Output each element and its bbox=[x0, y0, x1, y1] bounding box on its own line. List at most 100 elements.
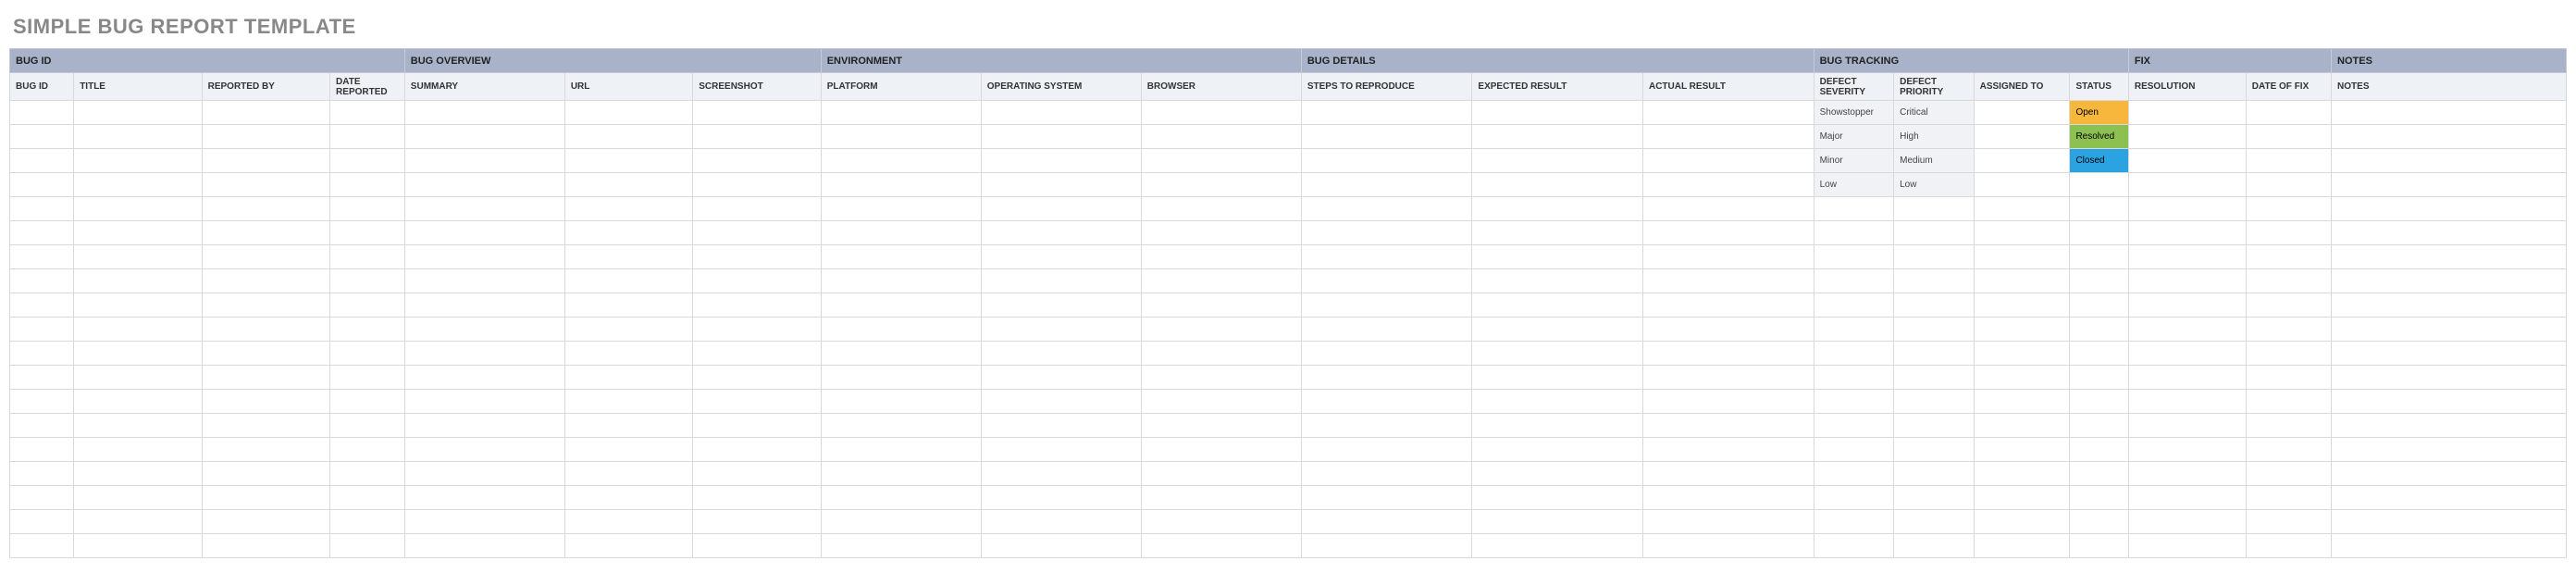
table-cell[interactable] bbox=[1894, 221, 1975, 245]
table-cell[interactable] bbox=[330, 414, 405, 438]
table-cell[interactable] bbox=[981, 438, 1141, 462]
table-cell[interactable] bbox=[1814, 293, 1894, 318]
table-cell[interactable] bbox=[564, 293, 692, 318]
table-cell[interactable] bbox=[821, 318, 981, 342]
table-cell[interactable] bbox=[74, 269, 202, 293]
table-cell[interactable] bbox=[1301, 534, 1472, 558]
table-cell[interactable] bbox=[404, 221, 564, 245]
table-cell[interactable] bbox=[693, 318, 821, 342]
table-cell[interactable] bbox=[404, 342, 564, 366]
table-cell[interactable] bbox=[2332, 390, 2567, 414]
table-cell[interactable] bbox=[1642, 438, 1814, 462]
table-cell[interactable] bbox=[981, 173, 1141, 197]
table-cell[interactable] bbox=[202, 221, 329, 245]
table-cell[interactable] bbox=[1974, 510, 2070, 534]
table-cell[interactable] bbox=[564, 245, 692, 269]
table-cell[interactable] bbox=[1472, 125, 1643, 149]
table-cell[interactable] bbox=[404, 462, 564, 486]
table-cell[interactable] bbox=[981, 510, 1141, 534]
table-cell[interactable] bbox=[821, 414, 981, 438]
table-cell[interactable] bbox=[10, 245, 74, 269]
table-cell[interactable] bbox=[74, 462, 202, 486]
table-cell[interactable] bbox=[1642, 173, 1814, 197]
table-cell[interactable] bbox=[330, 510, 405, 534]
table-cell[interactable] bbox=[2070, 414, 2128, 438]
table-cell[interactable] bbox=[1301, 125, 1472, 149]
table-cell[interactable] bbox=[1141, 149, 1301, 173]
table-cell[interactable] bbox=[1301, 510, 1472, 534]
table-cell[interactable] bbox=[1141, 269, 1301, 293]
table-cell[interactable] bbox=[1141, 293, 1301, 318]
table-cell[interactable] bbox=[693, 245, 821, 269]
table-cell[interactable]: Major bbox=[1814, 125, 1894, 149]
table-cell[interactable] bbox=[404, 414, 564, 438]
table-cell[interactable] bbox=[74, 342, 202, 366]
table-cell[interactable] bbox=[10, 221, 74, 245]
table-cell[interactable] bbox=[202, 149, 329, 173]
table-cell[interactable] bbox=[2332, 149, 2567, 173]
table-cell[interactable] bbox=[2128, 462, 2246, 486]
table-cell[interactable] bbox=[2128, 173, 2246, 197]
table-cell[interactable] bbox=[693, 510, 821, 534]
table-cell[interactable] bbox=[1814, 221, 1894, 245]
table-cell[interactable] bbox=[10, 414, 74, 438]
table-cell[interactable] bbox=[202, 486, 329, 510]
table-cell[interactable] bbox=[74, 173, 202, 197]
table-cell[interactable] bbox=[1472, 245, 1643, 269]
table-cell[interactable] bbox=[693, 438, 821, 462]
table-cell[interactable] bbox=[1642, 149, 1814, 173]
table-cell[interactable] bbox=[2128, 342, 2246, 366]
table-cell[interactable] bbox=[1301, 293, 1472, 318]
table-cell[interactable] bbox=[1894, 269, 1975, 293]
table-cell[interactable] bbox=[74, 414, 202, 438]
table-cell[interactable] bbox=[2332, 197, 2567, 221]
table-cell[interactable] bbox=[10, 125, 74, 149]
table-cell[interactable] bbox=[564, 221, 692, 245]
table-cell[interactable] bbox=[1141, 318, 1301, 342]
table-cell[interactable] bbox=[330, 221, 405, 245]
table-cell[interactable] bbox=[1642, 462, 1814, 486]
table-cell[interactable] bbox=[202, 269, 329, 293]
table-cell[interactable] bbox=[2128, 245, 2246, 269]
table-cell[interactable] bbox=[981, 245, 1141, 269]
table-cell[interactable] bbox=[1642, 414, 1814, 438]
table-cell[interactable] bbox=[202, 125, 329, 149]
table-cell[interactable] bbox=[1141, 197, 1301, 221]
table-cell[interactable] bbox=[1642, 221, 1814, 245]
table-cell[interactable] bbox=[202, 293, 329, 318]
table-cell[interactable] bbox=[2128, 221, 2246, 245]
table-cell[interactable] bbox=[404, 101, 564, 125]
table-cell[interactable] bbox=[330, 366, 405, 390]
table-cell[interactable] bbox=[2070, 486, 2128, 510]
table-cell[interactable] bbox=[1974, 173, 2070, 197]
table-cell[interactable] bbox=[1301, 221, 1472, 245]
table-cell[interactable] bbox=[2246, 486, 2331, 510]
table-cell[interactable] bbox=[202, 510, 329, 534]
table-cell[interactable] bbox=[10, 269, 74, 293]
table-cell[interactable] bbox=[2246, 462, 2331, 486]
table-cell[interactable] bbox=[1301, 101, 1472, 125]
table-cell[interactable] bbox=[1642, 125, 1814, 149]
table-cell[interactable] bbox=[404, 534, 564, 558]
table-cell[interactable] bbox=[10, 101, 74, 125]
table-cell[interactable] bbox=[202, 366, 329, 390]
table-cell[interactable] bbox=[564, 534, 692, 558]
table-cell[interactable] bbox=[2332, 221, 2567, 245]
table-cell[interactable] bbox=[1974, 197, 2070, 221]
table-cell[interactable] bbox=[1301, 173, 1472, 197]
table-cell[interactable] bbox=[693, 366, 821, 390]
table-cell[interactable] bbox=[1974, 149, 2070, 173]
table-cell[interactable] bbox=[564, 149, 692, 173]
table-cell[interactable] bbox=[10, 366, 74, 390]
table-cell[interactable] bbox=[1472, 149, 1643, 173]
table-cell[interactable]: Low bbox=[1814, 173, 1894, 197]
table-cell[interactable] bbox=[2332, 510, 2567, 534]
table-cell[interactable] bbox=[1472, 486, 1643, 510]
table-cell[interactable] bbox=[1894, 318, 1975, 342]
table-cell[interactable] bbox=[330, 125, 405, 149]
table-cell[interactable] bbox=[74, 197, 202, 221]
table-cell[interactable] bbox=[981, 101, 1141, 125]
table-cell[interactable] bbox=[1974, 390, 2070, 414]
table-cell[interactable] bbox=[1472, 197, 1643, 221]
table-cell[interactable] bbox=[1642, 197, 1814, 221]
